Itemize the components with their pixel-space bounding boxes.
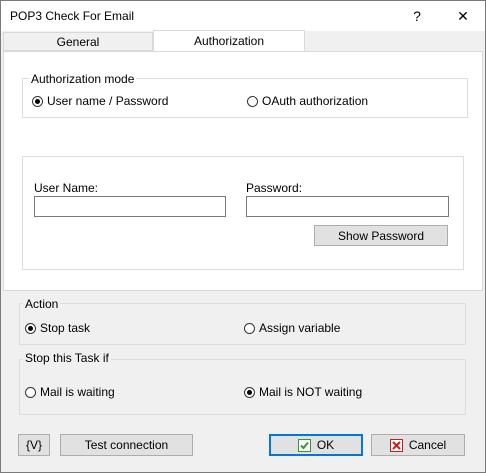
- help-icon: ?: [413, 8, 421, 24]
- title-bar: POP3 Check For Email ? ✕: [1, 1, 485, 31]
- stop-if-label: Stop this Task if: [23, 351, 111, 365]
- radio-selected-icon: [32, 95, 43, 107]
- cancel-label: Cancel: [408, 438, 447, 452]
- cancel-x-icon: [389, 438, 403, 452]
- password-label: Password:: [246, 181, 303, 195]
- radio-unselected-icon: [244, 322, 255, 334]
- test-connection-button[interactable]: Test connection: [60, 434, 193, 456]
- close-icon: ✕: [457, 7, 469, 24]
- cancel-button[interactable]: Cancel: [371, 434, 465, 456]
- username-input[interactable]: [34, 196, 226, 217]
- ok-label: OK: [316, 438, 335, 452]
- window-title: POP3 Check For Email: [10, 9, 135, 23]
- ok-button[interactable]: OK: [269, 434, 363, 456]
- authorization-mode-label: Authorization mode: [29, 72, 137, 86]
- variables-button[interactable]: {V}: [18, 434, 50, 456]
- dialog-window: POP3 Check For Email ? ✕ General Authori…: [0, 0, 486, 473]
- radio-mail-not-waiting[interactable]: Mail is NOT waiting: [244, 385, 362, 399]
- radio-unselected-icon: [25, 386, 36, 398]
- radio-selected-icon: [244, 386, 255, 398]
- username-label: User Name:: [34, 181, 99, 195]
- radio-oauth[interactable]: OAuth authorization: [247, 94, 368, 108]
- password-input[interactable]: [246, 196, 449, 217]
- checkmark-icon: [297, 438, 311, 452]
- close-button[interactable]: ✕: [441, 1, 485, 31]
- radio-unselected-icon: [247, 95, 258, 107]
- radio-assign-variable[interactable]: Assign variable: [244, 321, 340, 335]
- authorization-panel: Authorization mode User name / Password …: [3, 51, 483, 291]
- tab-authorization[interactable]: Authorization: [153, 30, 305, 52]
- radio-mail-waiting[interactable]: Mail is waiting: [25, 385, 115, 399]
- radio-username-password[interactable]: User name / Password: [32, 94, 168, 108]
- action-label: Action: [23, 297, 61, 311]
- tab-general[interactable]: General: [3, 32, 153, 51]
- radio-selected-icon: [25, 322, 36, 334]
- help-button[interactable]: ?: [395, 1, 439, 31]
- show-password-button[interactable]: Show Password: [314, 225, 448, 246]
- radio-stop-task[interactable]: Stop task: [25, 321, 90, 335]
